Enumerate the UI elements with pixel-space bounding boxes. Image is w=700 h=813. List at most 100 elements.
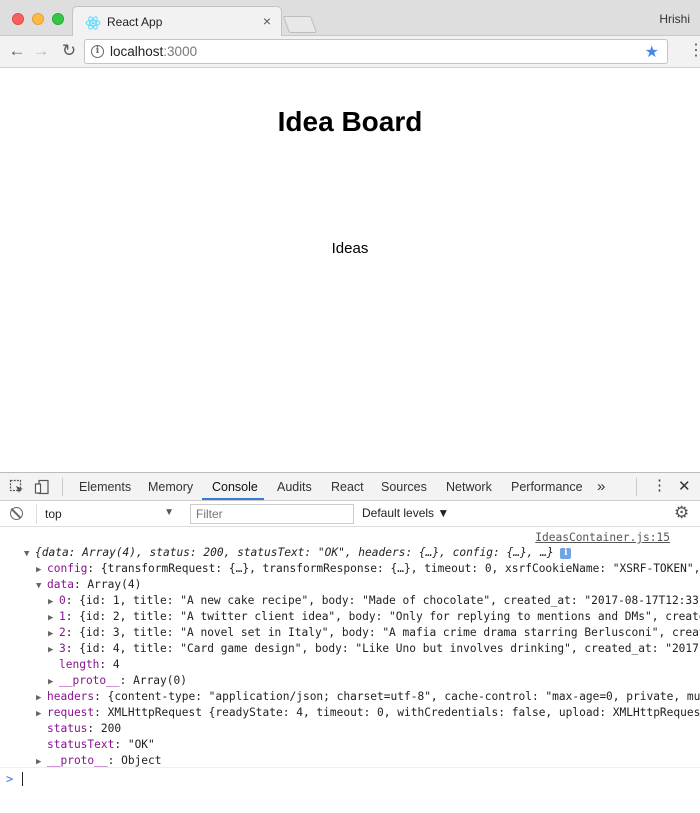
toolbar-divider <box>636 478 637 496</box>
property-key: request <box>47 706 95 719</box>
url-host: localhost <box>110 44 164 59</box>
page-viewport: Idea Board Ideas <box>0 68 700 472</box>
property-key: config <box>47 562 88 575</box>
tree-row-status: status: 200 <box>47 721 121 737</box>
expanded-triangle-icon[interactable]: ▼ <box>24 546 35 562</box>
tab-network[interactable]: Network <box>446 480 492 494</box>
source-link[interactable]: IdeasContainer.js:15 <box>535 531 670 544</box>
browser-menu-icon[interactable]: ⋮ <box>688 41 700 61</box>
bookmark-star-icon[interactable]: ★ <box>645 42 659 62</box>
react-logo-icon <box>85 16 101 30</box>
browser-toolbar: ← → ↻ i localhost:3000 ★ ⋮ <box>0 36 700 68</box>
object-preview: {data: Array(4), status: 200, statusText… <box>35 546 554 559</box>
tab-sources[interactable]: Sources <box>381 480 427 494</box>
expanded-triangle-icon[interactable]: ▼ <box>36 578 47 594</box>
tab-close-icon[interactable]: × <box>263 13 271 29</box>
tree-row-data[interactable]: ▼ data: Array(4) <box>36 577 141 593</box>
address-bar[interactable]: i localhost:3000 ★ <box>84 39 668 64</box>
devtools-panel: Elements Memory Console Audits React Sou… <box>0 472 700 812</box>
profile-name[interactable]: Hrishi <box>659 12 690 26</box>
clear-console-icon[interactable] <box>10 507 23 520</box>
zoom-window-button[interactable] <box>52 13 64 25</box>
console-filterbar: top ▼ Default levels ▼ ⚙ <box>0 501 700 527</box>
tree-row-length: length: 4 <box>59 657 120 673</box>
property-key: status <box>47 722 88 735</box>
tab-console[interactable]: Console <box>212 480 258 494</box>
devtools-tabbar: Elements Memory Console Audits React Sou… <box>0 473 700 501</box>
property-key: data <box>47 578 74 591</box>
tree-row-data-proto[interactable]: ▶ __proto__: Array(0) <box>48 673 187 689</box>
collapsed-triangle-icon[interactable]: ▶ <box>48 674 59 690</box>
tree-row-statustext: statusText: "OK" <box>47 737 155 753</box>
back-arrow-icon[interactable]: ← <box>6 40 28 62</box>
property-value: : {content-type: "application/json; char… <box>94 690 700 703</box>
property-value: : {transformRequest: {…}, transformRespo… <box>87 562 700 575</box>
info-icon[interactable]: i <box>560 547 572 559</box>
url-port: :3000 <box>163 44 198 59</box>
collapsed-triangle-icon[interactable]: ▶ <box>48 626 59 642</box>
collapsed-triangle-icon[interactable]: ▶ <box>48 642 59 658</box>
browser-tab-react-app[interactable]: React App × <box>72 6 282 37</box>
tab-performance[interactable]: Performance <box>511 480 583 494</box>
collapsed-triangle-icon[interactable]: ▶ <box>36 706 47 722</box>
tab-react[interactable]: React <box>331 480 364 494</box>
property-value: : "OK" <box>114 738 155 751</box>
property-key: headers <box>47 690 95 703</box>
property-key: __proto__ <box>59 674 120 687</box>
url-text[interactable]: localhost:3000 <box>110 44 197 59</box>
collapsed-triangle-icon[interactable]: ▶ <box>36 562 47 578</box>
property-value: : Array(4) <box>73 578 142 591</box>
property-value: : {id: 2, title: "A twitter client idea"… <box>65 610 700 623</box>
context-selector[interactable]: top ▼ <box>36 504 178 524</box>
property-key: 0 <box>59 594 66 607</box>
tree-row-headers[interactable]: ▶ headers: {content-type: "application/js… <box>36 689 700 705</box>
ideas-heading: Ideas <box>331 240 369 257</box>
tab-elements[interactable]: Elements <box>79 480 131 494</box>
minimize-window-button[interactable] <box>32 13 44 25</box>
inspect-element-icon[interactable] <box>9 479 25 495</box>
forward-arrow-icon[interactable]: → <box>30 40 52 62</box>
console-settings-gear-icon[interactable]: ⚙ <box>674 503 689 523</box>
tree-row-data-1[interactable]: ▶ 1: {id: 2, title: "A twitter client ide… <box>48 609 700 625</box>
active-tab-indicator <box>202 498 264 500</box>
tree-row-data-3[interactable]: ▶ 3: {id: 4, title: "Card game design", b… <box>48 641 700 657</box>
devtools-close-icon[interactable]: ✕ <box>678 477 691 495</box>
property-value: : {id: 1, title: "A new cake recipe", bo… <box>65 594 700 607</box>
site-info-icon[interactable]: i <box>91 45 104 58</box>
property-key: 1 <box>59 610 66 623</box>
device-toolbar-icon[interactable] <box>34 479 50 495</box>
tree-row-data-2[interactable]: ▶ 2: {id: 3, title: "A novel set in Italy… <box>48 625 700 641</box>
property-key: 3 <box>59 642 66 655</box>
collapsed-triangle-icon[interactable]: ▶ <box>48 610 59 626</box>
page-title: Idea Board <box>277 106 423 137</box>
prompt-divider <box>0 767 700 768</box>
reload-icon[interactable]: ↻ <box>58 40 80 62</box>
chevron-down-icon: ▼ <box>164 507 174 518</box>
console-output: IdeasContainer.js:15 ▼ {data: Array(4), s… <box>0 528 700 813</box>
property-key: statusText <box>47 738 115 751</box>
property-value: : {id: 3, title: "A novel set in Italy",… <box>65 626 700 639</box>
property-value: : Object <box>107 754 162 767</box>
console-input-caret[interactable] <box>22 772 23 786</box>
property-key: length <box>59 658 100 671</box>
console-log-object[interactable]: ▼ {data: Array(4), status: 200, statusTex… <box>24 545 572 562</box>
close-window-button[interactable] <box>12 13 24 25</box>
collapsed-triangle-icon[interactable]: ▶ <box>36 690 47 706</box>
tab-audits[interactable]: Audits <box>277 480 312 494</box>
browser-titlebar: React App × Hrishi <box>0 0 700 37</box>
more-tabs-icon[interactable]: » <box>597 478 605 495</box>
console-prompt-icon: > <box>6 772 14 786</box>
property-value: : XMLHttpRequest {readyState: 4, timeout… <box>94 706 700 719</box>
tab-memory[interactable]: Memory <box>148 480 193 494</box>
devtools-menu-icon[interactable]: ⋮ <box>652 477 667 495</box>
tree-row-data-0[interactable]: ▶ 0: {id: 1, title: "A new cake recipe", … <box>48 593 700 609</box>
toolbar-divider <box>62 478 63 496</box>
new-tab-button[interactable] <box>282 16 318 33</box>
collapsed-triangle-icon[interactable]: ▶ <box>48 594 59 610</box>
tree-row-request[interactable]: ▶ request: XMLHttpRequest {readyState: 4,… <box>36 705 700 721</box>
tree-row-config[interactable]: ▶ config: {transformRequest: {…}, transfo… <box>36 561 700 577</box>
log-levels-dropdown[interactable]: Default levels ▼ <box>362 506 449 520</box>
property-key: 2 <box>59 626 66 639</box>
property-value: : 4 <box>99 658 120 671</box>
console-filter-input[interactable] <box>190 504 354 524</box>
